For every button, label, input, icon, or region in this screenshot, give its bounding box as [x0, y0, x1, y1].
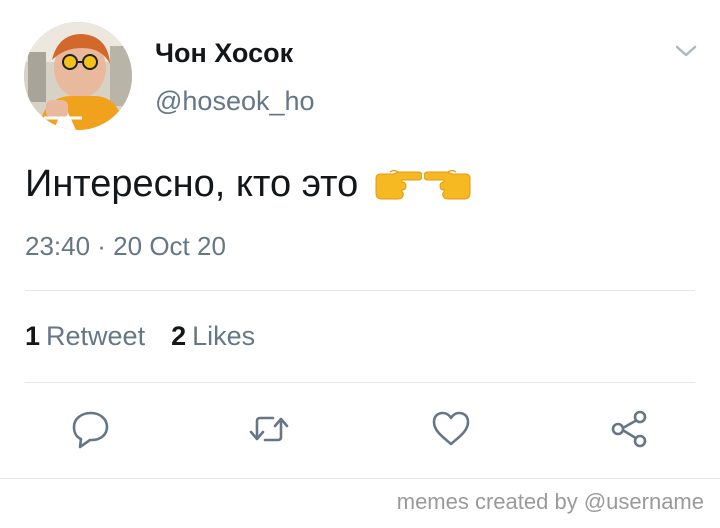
username[interactable]: @hoseok_ho: [155, 86, 315, 117]
retweet-label: Retweet: [46, 321, 146, 351]
like-icon[interactable]: [430, 408, 472, 450]
divider: [25, 382, 695, 383]
reply-icon[interactable]: [70, 408, 112, 450]
tweet-text: Интересно, кто это: [25, 163, 474, 206]
share-icon[interactable]: [609, 408, 651, 450]
avatar-photo: [24, 22, 132, 130]
pointing-right-hand-icon: [375, 169, 423, 199]
watermark-text: memes created by @username: [396, 489, 704, 514]
avatar[interactable]: [24, 22, 132, 130]
likes-count: 2: [171, 321, 187, 351]
retweet-stat[interactable]: 1 Retweet: [25, 321, 145, 352]
footer-divider: [0, 478, 720, 479]
tweet-text-content: Интересно, кто это: [25, 163, 359, 205]
divider: [25, 290, 695, 291]
tweet-card: Чон Хосок @hoseok_ho Интересно, кто это …: [0, 0, 720, 528]
retweet-count: 1: [25, 321, 41, 351]
tweet-stats: 1 Retweet 2 Likes: [25, 321, 255, 352]
pointing-left-hand-icon: [424, 169, 471, 199]
chevron-down-icon[interactable]: [672, 40, 700, 62]
tweet-timestamp[interactable]: 23:40 · 20 Oct 20: [25, 231, 226, 262]
display-name[interactable]: Чон Хосок: [155, 38, 293, 69]
likes-label: Likes: [192, 321, 256, 351]
likes-stat[interactable]: 2 Likes: [171, 321, 255, 352]
emoji-group: [372, 168, 474, 202]
retweet-icon[interactable]: [248, 408, 290, 450]
